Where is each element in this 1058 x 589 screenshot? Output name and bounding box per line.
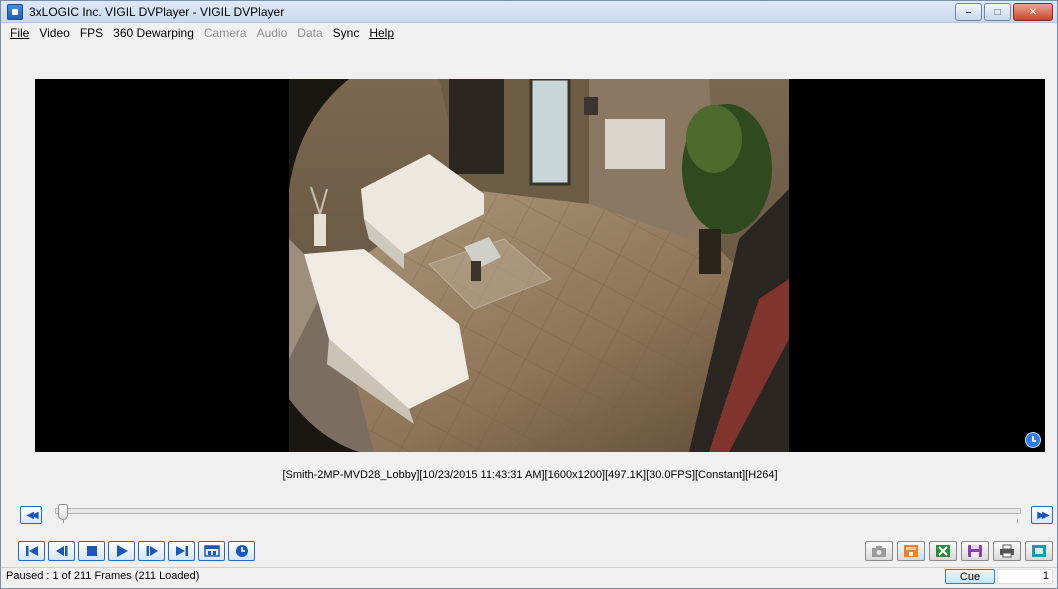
menu-camera[interactable]: Camera — [199, 26, 252, 40]
play-button[interactable] — [108, 541, 135, 561]
fullscreen-button[interactable] — [1025, 541, 1053, 561]
fast-rewind-icon: ◀◀ — [26, 509, 39, 521]
status-bar: Paused : 1 of 211 Frames (211 Loaded) Cu… — [1, 567, 1057, 589]
menu-audio[interactable]: Audio — [252, 26, 293, 40]
clock-icon — [235, 545, 248, 557]
dvplayer-window: 3xLOGIC Inc. VIGIL DVPlayer - VIGIL DVPl… — [0, 0, 1058, 589]
lobby-camera-frame — [289, 79, 789, 452]
snapshot-button[interactable] — [865, 541, 893, 561]
step-forward-icon — [146, 546, 158, 556]
step-back-icon — [55, 546, 67, 556]
print-icon — [1000, 544, 1014, 558]
close-button[interactable]: ✕ — [1013, 3, 1053, 21]
timestamp-clock-icon[interactable] — [1025, 432, 1041, 448]
menu-file[interactable]: File — [5, 26, 34, 40]
print-button[interactable] — [993, 541, 1021, 561]
maximize-icon: □ — [994, 6, 1001, 18]
timeline-track[interactable] — [55, 508, 1021, 514]
maximize-button[interactable]: □ — [984, 3, 1011, 21]
timeline-thumb[interactable] — [58, 504, 68, 520]
export-button[interactable] — [897, 541, 925, 561]
stream-info-line: [Smith-2MP-MVD28_Lobby][10/23/2015 11:43… — [282, 469, 778, 481]
save-button[interactable] — [961, 541, 989, 561]
menu-video[interactable]: Video — [34, 26, 74, 40]
play-icon — [116, 545, 128, 557]
close-icon: ✕ — [1028, 6, 1038, 18]
stop-icon — [86, 546, 97, 556]
export-tools — [865, 541, 1053, 561]
menu-sync[interactable]: Sync — [328, 26, 365, 40]
menu-data[interactable]: Data — [292, 26, 327, 40]
video-viewport[interactable] — [35, 79, 1045, 452]
export-icon — [904, 545, 918, 557]
snapshot-icon — [872, 546, 886, 557]
fast-forward-button[interactable]: ▶▶ — [1031, 506, 1053, 524]
title-bar[interactable]: 3xLOGIC Inc. VIGIL DVPlayer - VIGIL DVPl… — [1, 1, 1057, 23]
step-back-button[interactable] — [48, 541, 75, 561]
minimize-icon: – — [965, 6, 972, 18]
clock-button[interactable] — [228, 541, 255, 561]
menu-360-dewarping[interactable]: 360 Dewarping — [108, 26, 199, 40]
save-icon — [968, 545, 982, 557]
transport-controls — [18, 541, 255, 561]
excel-export-icon — [936, 545, 950, 557]
step-forward-button[interactable] — [138, 541, 165, 561]
window-controls: – □ ✕ — [955, 3, 1053, 21]
cue-value-field[interactable]: 1 — [997, 569, 1053, 584]
stop-button[interactable] — [78, 541, 105, 561]
menu-fps[interactable]: FPS — [75, 26, 108, 40]
skip-to-start-button[interactable] — [18, 541, 45, 561]
skip-to-start-icon — [25, 546, 38, 556]
cue-button[interactable]: Cue — [945, 569, 995, 584]
screen-layout-button[interactable] — [198, 541, 225, 561]
menu-bar: File Video FPS 360 Dewarping Camera Audi… — [1, 23, 1057, 43]
lobby-scene-illustration — [289, 79, 789, 452]
screen-layout-icon — [203, 545, 220, 557]
timeline-end-tick — [1017, 519, 1018, 523]
playback-status: Paused : 1 of 211 Frames (211 Loaded) — [6, 570, 200, 582]
menu-help[interactable]: Help — [364, 26, 399, 40]
fast-forward-icon: ▶▶ — [1037, 509, 1050, 521]
app-icon — [7, 4, 23, 20]
excel-export-button[interactable] — [929, 541, 957, 561]
skip-to-end-button[interactable] — [168, 541, 195, 561]
fullscreen-icon — [1032, 545, 1046, 557]
fast-rewind-button[interactable]: ◀◀ — [20, 506, 42, 524]
minimize-button[interactable]: – — [955, 3, 982, 21]
skip-to-end-icon — [175, 546, 188, 556]
window-title: 3xLOGIC Inc. VIGIL DVPlayer - VIGIL DVPl… — [29, 5, 285, 19]
timeline-start-tick — [63, 519, 64, 523]
